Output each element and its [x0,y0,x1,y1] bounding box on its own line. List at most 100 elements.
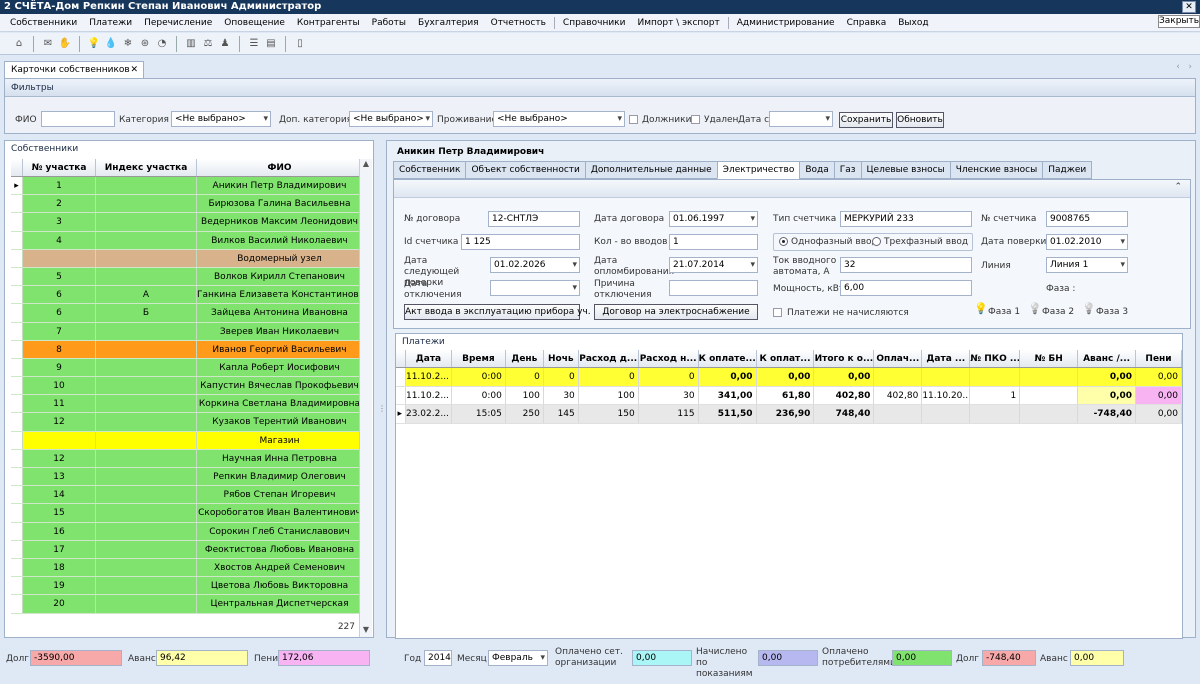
menu-item[interactable]: Справочники [557,18,632,28]
splitter-handle[interactable]: ⋮ [378,140,386,638]
table-row[interactable]: 19 Цветова Любовь Викторовна [11,577,363,596]
menu-item[interactable]: Бухгалтерия [412,18,485,28]
off-reason-input[interactable] [669,280,758,296]
tab-nav-arrows[interactable]: ‹ › [1176,62,1192,72]
debtors-checkbox[interactable] [629,115,638,124]
deleted-checkbox[interactable] [691,115,700,124]
month-select[interactable]: Февраль [488,650,548,666]
supply-contract-button[interactable]: Договор на электроснабжение [594,304,758,320]
fio-input[interactable] [41,111,115,127]
col-plot-index[interactable]: Индекс участка [96,159,197,176]
menu-item[interactable]: Контрагенты [291,18,366,28]
home-icon[interactable]: ⌂ [12,37,26,51]
table-row[interactable]: Водомерный узел [11,249,363,268]
tab-card[interactable]: Вода [799,161,835,179]
table-row[interactable]: 7 Зверев Иван Николаевич [11,322,363,341]
check-date-input[interactable]: 01.02.2010 [1046,234,1128,250]
payments-col-header[interactable]: Расход д... [579,350,639,367]
tab-card[interactable]: Паджеи [1042,161,1093,179]
payments-col-header[interactable]: Дата [406,350,452,367]
save-button[interactable]: Сохранить [839,112,893,128]
refresh-button[interactable]: Обновить [896,112,944,128]
power-input[interactable]: 6,00 [840,280,972,296]
scroll-down-icon[interactable]: ▼ [360,625,372,637]
next-check-input[interactable]: 01.02.2026 [490,257,580,273]
meter-type-input[interactable]: МЕРКУРИЙ 233 [840,211,972,227]
three-phase-radio[interactable] [872,237,881,246]
menu-item[interactable]: Справка [841,18,893,28]
tab-card[interactable]: Объект собственности [465,161,586,179]
table-row[interactable]: 9 Капла Роберт Иосифович [11,358,363,378]
people-icon[interactable]: ♟ [218,37,232,51]
payments-col-header[interactable]: Оплач... [874,350,923,367]
line-select[interactable]: Линия 1 [1046,257,1128,273]
tab-owner-cards[interactable]: Карточки собственников ✕ [4,61,144,78]
table-row[interactable]: 10 Капустин Вячеслав Прокофьевич [11,377,363,396]
weight-icon[interactable]: ⚖ [201,37,215,51]
scroll-up-icon[interactable]: ▲ [360,159,372,171]
menu-item[interactable]: Импорт \ экспорт [631,18,725,28]
year-input[interactable]: 2014 [424,650,452,666]
table-row[interactable]: 11 Коркина Светлана Владимировна [11,395,363,414]
residence-select[interactable]: <Не выбрано> [493,111,625,127]
no-charge-checkbox[interactable] [773,308,782,317]
single-phase-radio[interactable] [779,237,788,246]
table-row[interactable]: 11.10.2... 0:00 0 0 0 0 0,00 0,00 0,00 0,00 0,00 [396,368,1182,387]
payments-col-header[interactable]: Аванс /... [1078,350,1137,367]
menu-item[interactable]: Выход [892,18,934,28]
contract-date-input[interactable]: 01.06.1997 [669,211,758,227]
pie-icon[interactable]: ◔ [155,37,169,51]
table-row[interactable]: 11.10.2... 0:00 100 30 100 30 341,00 61,80 402,8… [396,386,1182,405]
meter-no-input[interactable]: 9008765 [1046,211,1128,227]
table-row[interactable]: ▸ 23.02.2... 15:05 250 145 150 115 511,50 236,90… [396,405,1182,424]
menu-item[interactable]: Администрирование [731,18,841,28]
inputs-count-input[interactable]: 1 [669,234,758,250]
tab-card[interactable]: Дополнительные данные [584,161,718,179]
menu-item[interactable]: Оповещение [218,18,291,28]
table-row[interactable]: 13 Репкин Владимир Олегович [11,468,363,487]
payments-col-header[interactable]: Дата ... [922,350,971,367]
tab-card[interactable]: Членские взносы [949,161,1044,179]
table-row[interactable]: 6 Б Зайцева Антонина Ивановна [11,304,363,323]
category-select[interactable]: <Не выбрано> [171,111,271,127]
payments-col-header[interactable]: День [506,350,544,367]
menu-item[interactable]: Платежи [83,18,138,28]
payments-col-header[interactable]: Пени [1136,350,1182,367]
mail-icon[interactable]: ✉ [41,37,55,51]
owners-scrollbar[interactable]: ▲ ▼ [359,159,372,637]
table-row[interactable]: 8 Иванов Георгий Васильевич [11,340,363,359]
table-row[interactable]: 17 Феоктистова Любовь Ивановна [11,540,363,559]
phone-icon[interactable]: ▯ [293,37,307,51]
payments-col-header[interactable]: № БН [1020,350,1079,367]
close-icon[interactable]: ✕ [1182,1,1196,13]
bulb-icon[interactable]: 💡 [87,37,101,51]
table-row[interactable]: Магазин [11,431,363,450]
table-row[interactable]: 18 Хвостов Андрей Семенович [11,558,363,578]
date-from-input[interactable] [769,111,833,127]
chart-icon[interactable]: ▥ [184,37,198,51]
meter-id-input[interactable]: 1 125 [461,234,580,250]
table-row[interactable]: 4 Вилков Василий Николаевич [11,231,363,250]
menu-item[interactable]: Перечисление [138,18,218,28]
col-fio[interactable]: ФИО [197,159,363,176]
payments-col-header[interactable]: Время [452,350,506,367]
payments-col-header[interactable]: К оплат... [757,350,815,367]
gas-icon[interactable]: ⊛ [138,37,152,51]
seal-date-input[interactable]: 21.07.2014 [669,257,758,273]
table-row[interactable]: 14 Рябов Степан Игоревич [11,486,363,505]
tab-card[interactable]: Собственник [393,161,467,179]
doc-icon[interactable]: ▤ [264,37,278,51]
table-row[interactable]: 2 Бирюзова Галина Васильевна [11,195,363,214]
payments-col-header[interactable]: № ПКО ... [970,350,1021,367]
list-icon[interactable]: ☰ [247,37,261,51]
menu-item[interactable]: Отчетность [485,18,552,28]
menu-item[interactable]: Работы [366,18,412,28]
tab-card[interactable]: Целевые взносы [860,161,951,179]
table-row[interactable]: ▸ 1 Аникин Петр Владимирович [11,177,363,196]
snowflake-icon[interactable]: ❄ [121,37,135,51]
drop-icon[interactable]: 💧 [104,37,118,51]
payments-col-header[interactable]: Ночь [544,350,579,367]
table-row[interactable]: 20 Центральная Диспетчерская [11,595,363,614]
close-tab-icon[interactable]: ✕ [130,62,138,78]
contract-no-input[interactable]: 12-СНТЛЭ [488,211,580,227]
